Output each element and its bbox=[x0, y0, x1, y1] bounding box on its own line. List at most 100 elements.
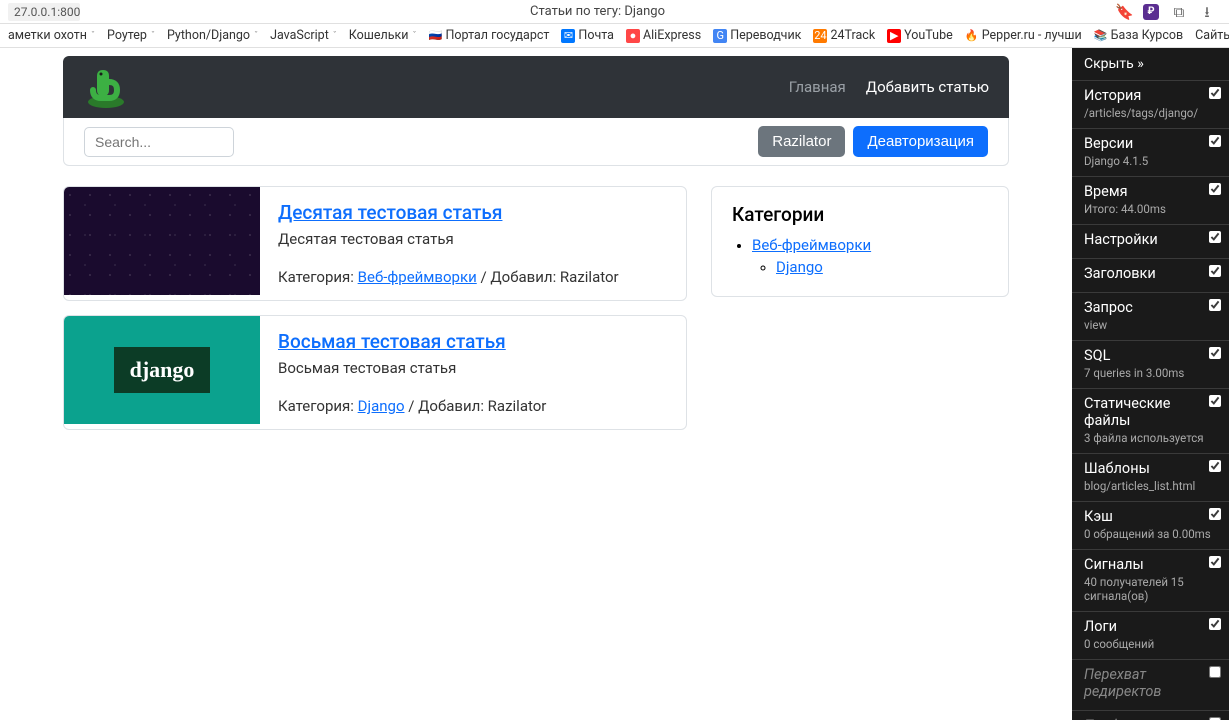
debug-panel[interactable]: Версии Django 4.1.5 bbox=[1072, 128, 1229, 176]
bookmark-item[interactable]: 🔥Pepper.ru - лучши bbox=[961, 26, 1086, 45]
debug-panel-checkbox[interactable] bbox=[1209, 135, 1221, 147]
debug-panel-title: Версии bbox=[1084, 135, 1217, 152]
download-icon[interactable]: ⭳ bbox=[1199, 4, 1215, 20]
debug-panel-subtitle: Итого: 44.00ms bbox=[1084, 202, 1217, 216]
debug-panel[interactable]: Логи 0 сообщений bbox=[1072, 611, 1229, 659]
category-link[interactable]: Веб-фреймворки bbox=[752, 236, 871, 254]
bookmark-item[interactable]: Сайтыˇ bbox=[1191, 26, 1229, 45]
bookmark-label: аметки охотн bbox=[8, 28, 87, 43]
categories-title: Категории bbox=[732, 203, 988, 226]
bookmark-label: Роутер bbox=[107, 28, 147, 43]
debug-panel[interactable]: Время Итого: 44.00ms bbox=[1072, 176, 1229, 224]
bookmark-label: AliExpress bbox=[643, 28, 701, 43]
debug-panel-checkbox[interactable] bbox=[1209, 460, 1221, 472]
chevron-down-icon: ˇ bbox=[333, 31, 337, 41]
extension-icon[interactable]: ₽ bbox=[1143, 4, 1159, 20]
search-input[interactable] bbox=[84, 127, 234, 157]
debug-panel-checkbox[interactable] bbox=[1209, 183, 1221, 195]
debug-panel[interactable]: SQL 7 queries in 3.00ms bbox=[1072, 340, 1229, 388]
chevron-down-icon: ˇ bbox=[151, 31, 155, 41]
debug-panel[interactable]: Запрос view bbox=[1072, 292, 1229, 340]
category-link[interactable]: Django bbox=[776, 258, 823, 276]
debug-panel-checkbox[interactable] bbox=[1209, 299, 1221, 311]
debug-toolbar: Скрыть » История /articles/tags/django/ … bbox=[1072, 48, 1229, 720]
navbar: Главная Добавить статью bbox=[63, 56, 1009, 118]
debug-panel[interactable]: Сигналы 40 получателей 15 сигнала(ов) bbox=[1072, 549, 1229, 611]
added-by-text: / Добавил: Razilator bbox=[477, 268, 619, 286]
debug-panel-title: Время bbox=[1084, 183, 1217, 200]
bookmark-item[interactable]: 🇷🇺Портал государст bbox=[425, 26, 554, 45]
collections-icon[interactable]: ⧉ bbox=[1171, 4, 1187, 20]
debug-panel-checkbox[interactable] bbox=[1209, 556, 1221, 568]
debug-panel-subtitle: /articles/tags/django/ bbox=[1084, 106, 1217, 120]
categories-box: Категории Веб-фреймворки Django bbox=[711, 186, 1009, 297]
debug-panel-checkbox[interactable] bbox=[1209, 231, 1221, 243]
bookmark-item[interactable]: JavaScript ˇ bbox=[266, 26, 341, 45]
debug-panel-subtitle: 3 файла используется bbox=[1084, 431, 1217, 445]
favicon-icon: 🔥 bbox=[965, 29, 979, 43]
logo[interactable] bbox=[83, 64, 129, 110]
debug-panel[interactable]: Перехват редиректов bbox=[1072, 659, 1229, 710]
debug-panel-checkbox[interactable] bbox=[1209, 265, 1221, 277]
bookmark-label: JavaScript bbox=[270, 28, 329, 43]
bookmark-label: Кошельки bbox=[349, 28, 409, 43]
bookmark-label: Python/Django bbox=[167, 28, 250, 43]
debug-panel-checkbox[interactable] bbox=[1209, 508, 1221, 520]
sidebar-column: Категории Веб-фреймворки Django bbox=[711, 186, 1009, 444]
debug-panel-title: История bbox=[1084, 87, 1217, 104]
bookmark-item[interactable]: Кошельки ˇ bbox=[345, 26, 421, 45]
browser-chrome: 27.0.0.1:8000 Статьи по тегу: Django 🔖 ₽… bbox=[0, 0, 1229, 24]
bookmark-label: Pepper.ru - лучши bbox=[982, 28, 1082, 43]
bookmark-item[interactable]: ●AliExpress bbox=[622, 26, 705, 45]
debug-panel-checkbox[interactable] bbox=[1209, 395, 1221, 407]
bookmark-item[interactable]: 2424Track bbox=[809, 26, 879, 45]
debug-panel[interactable]: История /articles/tags/django/ bbox=[1072, 80, 1229, 128]
nav-home[interactable]: Главная bbox=[789, 78, 846, 96]
bookmark-label: База Курсов bbox=[1111, 28, 1183, 43]
debug-panel[interactable]: Статические файлы 3 файла используется bbox=[1072, 388, 1229, 453]
bookmark-item[interactable]: Роутер ˇ bbox=[103, 26, 159, 45]
category-link[interactable]: Django bbox=[358, 397, 405, 415]
bookmark-label: YouTube bbox=[904, 28, 953, 43]
favicon-icon: ● bbox=[626, 29, 640, 43]
debug-panel-title: Статические файлы bbox=[1084, 395, 1217, 429]
article-title[interactable]: Восьмая тестовая статья bbox=[278, 330, 546, 353]
debug-panel-checkbox[interactable] bbox=[1209, 87, 1221, 99]
django-logo: django bbox=[114, 347, 211, 393]
debug-hide-button[interactable]: Скрыть » bbox=[1072, 48, 1229, 80]
favicon-icon: 📚 bbox=[1094, 29, 1108, 43]
article-title[interactable]: Десятая тестовая статья bbox=[278, 201, 619, 224]
debug-panel-title: Шаблоны bbox=[1084, 460, 1217, 477]
category-subitem: Django bbox=[776, 258, 988, 276]
favicon-icon: G bbox=[713, 29, 727, 43]
chevron-down-icon: ˇ bbox=[413, 31, 417, 41]
debug-panel[interactable]: Шаблоны blog/articles_list.html bbox=[1072, 453, 1229, 501]
debug-panel-checkbox[interactable] bbox=[1209, 618, 1221, 630]
logout-button[interactable]: Деавторизация bbox=[853, 126, 988, 157]
bookmark-item[interactable]: аметки охотнˇ bbox=[4, 26, 99, 45]
page-main: Главная Добавить статью Razilator Деавто… bbox=[0, 48, 1072, 720]
debug-panel[interactable]: Профилирование bbox=[1072, 710, 1229, 720]
debug-panel-checkbox[interactable] bbox=[1209, 347, 1221, 359]
bookmark-item[interactable]: ✉Почта bbox=[557, 26, 618, 45]
url-box[interactable]: 27.0.0.1:8000 bbox=[8, 3, 80, 21]
bookmark-label: 24Track bbox=[830, 28, 875, 43]
debug-panel-checkbox[interactable] bbox=[1209, 666, 1221, 678]
bookmark-item[interactable]: ▶YouTube bbox=[883, 26, 957, 45]
debug-panel[interactable]: Настройки bbox=[1072, 224, 1229, 258]
article-image[interactable]: django bbox=[64, 316, 260, 424]
debug-panel-subtitle: blog/articles_list.html bbox=[1084, 479, 1217, 493]
bookmarks-bar: аметки охотнˇРоутерˇPython/DjangoˇJavaSc… bbox=[0, 24, 1229, 48]
bookmark-icon[interactable]: 🔖 bbox=[1115, 4, 1131, 20]
debug-panel-title: Кэш bbox=[1084, 508, 1217, 525]
bookmark-item[interactable]: 📚База Курсов bbox=[1090, 26, 1187, 45]
bookmark-item[interactable]: Python/Djangoˇ bbox=[163, 26, 262, 45]
debug-panel-title: Запрос bbox=[1084, 299, 1217, 316]
debug-panel[interactable]: Кэш 0 обращений за 0.00ms bbox=[1072, 501, 1229, 549]
debug-panel[interactable]: Заголовки bbox=[1072, 258, 1229, 292]
user-button[interactable]: Razilator bbox=[758, 126, 845, 157]
nav-add-article[interactable]: Добавить статью bbox=[866, 78, 989, 96]
article-image[interactable] bbox=[64, 187, 260, 295]
bookmark-item[interactable]: GПереводчик bbox=[709, 26, 805, 45]
category-link[interactable]: Веб-фреймворки bbox=[358, 268, 477, 286]
